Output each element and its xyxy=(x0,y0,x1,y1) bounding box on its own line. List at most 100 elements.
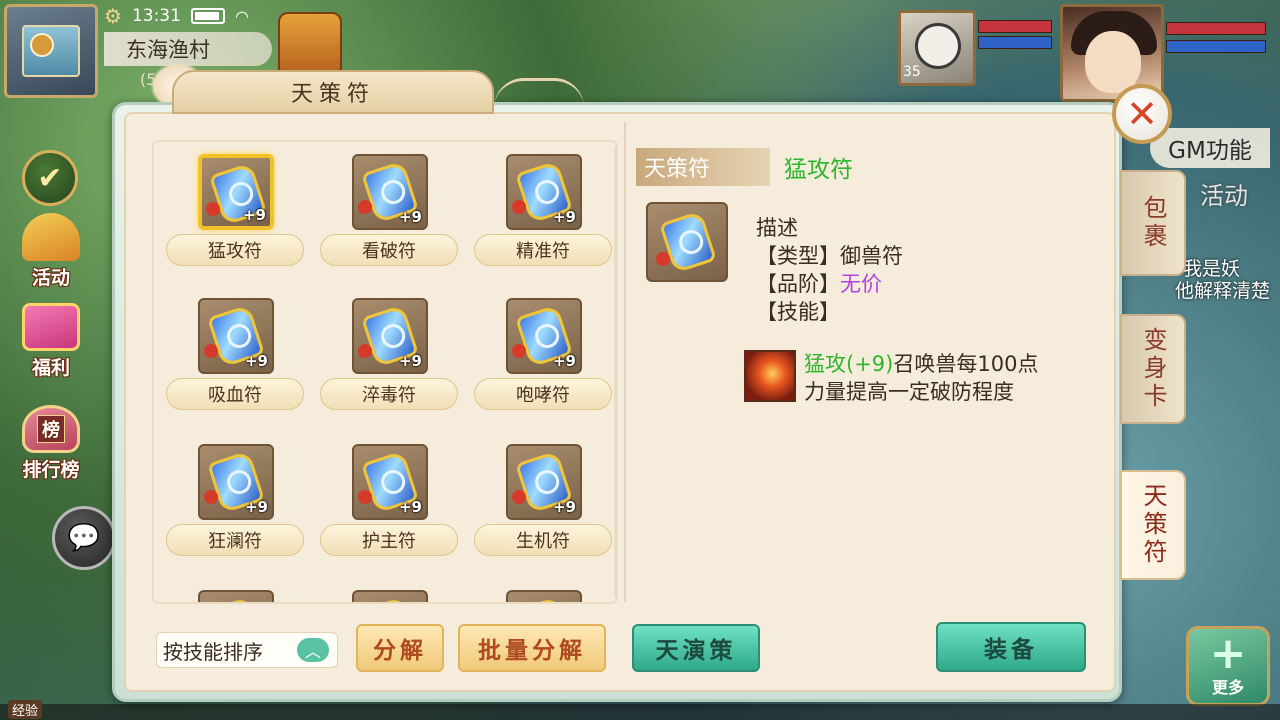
tassel-icon xyxy=(656,252,670,266)
item-level: +9 xyxy=(244,498,268,516)
sort-dropdown[interactable]: 按技能排序 ︿ xyxy=(156,632,338,668)
close-button[interactable]: ✕ xyxy=(1112,84,1172,144)
item-level: +9 xyxy=(552,208,576,226)
item-level: +9 xyxy=(244,352,268,370)
item-slot[interactable]: +9 xyxy=(198,298,274,374)
equip-button[interactable]: 装备 xyxy=(936,622,1086,672)
item-slot[interactable]: +9 xyxy=(198,154,274,230)
item-slot[interactable] xyxy=(352,590,428,602)
item-cell-kuanglan[interactable]: +9 狂澜符 xyxy=(160,436,310,562)
pet-level: 35 xyxy=(903,64,921,80)
map-scroll-icon xyxy=(22,25,80,77)
item-slot[interactable]: +9 xyxy=(198,444,274,520)
welfare-button-label: 福利 xyxy=(31,357,70,379)
ranking-button[interactable]: 榜 排行榜 xyxy=(10,402,92,484)
grid-scrollbar[interactable] xyxy=(614,146,618,598)
more-menu-button[interactable]: + 更多 xyxy=(1186,626,1270,706)
item-cell-paoxiao[interactable]: +9 咆哮符 xyxy=(468,290,616,416)
gm-function-button[interactable]: GM功能 xyxy=(1150,128,1270,168)
welfare-button[interactable]: 福利 xyxy=(10,300,92,382)
tab-bag[interactable]: 包裹 xyxy=(1120,170,1186,276)
plus-icon: + xyxy=(1209,628,1247,679)
more-menu-label: 更多 xyxy=(1211,678,1244,697)
item-label: 看破符 xyxy=(320,234,458,266)
item-cell-menggong[interactable]: +9 猛攻符 xyxy=(160,146,310,272)
batch-split-button[interactable]: 批量分解 xyxy=(458,624,606,672)
desc-grade-row: 【品阶】无价 xyxy=(756,270,903,298)
tassel-icon xyxy=(204,344,218,358)
clock: 13:31 xyxy=(131,6,181,26)
item-level: +9 xyxy=(398,208,422,226)
item-slot[interactable]: +9 xyxy=(352,298,428,374)
item-cell-jingzhun[interactable]: +9 精准符 xyxy=(468,146,616,272)
world-map-button[interactable] xyxy=(4,4,98,98)
tab-talisman[interactable]: 天策符 xyxy=(1120,470,1186,580)
tassel-icon xyxy=(358,200,372,214)
chat-button[interactable]: 💬 xyxy=(52,506,116,570)
item-level: +9 xyxy=(552,498,576,516)
desc-grade-label: 【品阶】 xyxy=(756,272,840,296)
detail-item-icon xyxy=(646,202,728,282)
tassel-icon xyxy=(512,200,526,214)
item-slot[interactable]: +9 xyxy=(352,444,428,520)
hero-face-icon xyxy=(1085,31,1141,93)
task-check-button[interactable]: ✔ xyxy=(22,150,78,206)
item-slot[interactable]: +9 xyxy=(352,154,428,230)
tab-transform-card[interactable]: 变身卡 xyxy=(1120,314,1186,424)
item-slot[interactable]: +9 xyxy=(506,444,582,520)
ranking-button-label: 排行榜 xyxy=(22,459,80,481)
activity-tracker-label[interactable]: 活动 xyxy=(1200,176,1248,211)
settings-gear-icon[interactable]: ⚙ xyxy=(104,4,122,28)
item-cell-partial[interactable] xyxy=(314,582,464,602)
item-cell-kanpo[interactable]: +9 看破符 xyxy=(314,146,464,272)
item-level: +9 xyxy=(242,206,266,224)
item-slot[interactable]: +9 xyxy=(506,154,582,230)
fire-claw-skill-icon xyxy=(744,350,796,402)
tassel-icon xyxy=(358,490,372,504)
chat-bubble-icon: 💬 xyxy=(67,523,101,553)
desc-type-row: 【类型】御兽符 xyxy=(756,242,903,270)
skill-text-2: 力量提高一定破防程度 xyxy=(804,380,1014,404)
tassel-icon xyxy=(512,490,526,504)
item-label: 精准符 xyxy=(474,234,612,266)
status-bar: ⚙ 13:31 ◠ xyxy=(104,4,249,28)
item-label: 咆哮符 xyxy=(474,378,612,410)
item-description: 描述 【类型】御兽符 【品阶】无价 【技能】 xyxy=(756,214,903,326)
tianyan-button[interactable]: 天演策 xyxy=(632,624,760,672)
ranking-badge: 榜 xyxy=(37,415,65,443)
pet-mp-bar xyxy=(978,36,1052,49)
tassel-icon xyxy=(358,344,372,358)
item-slot[interactable]: +9 xyxy=(506,298,582,374)
item-cell-xixue[interactable]: +9 吸血符 xyxy=(160,290,310,416)
checkmark-icon: ✔ xyxy=(37,160,63,196)
tassel-icon xyxy=(206,202,220,216)
tassel-icon xyxy=(512,344,526,358)
item-cell-shengji[interactable]: +9 生机符 xyxy=(468,436,616,562)
item-level: +9 xyxy=(398,498,422,516)
talisman-grid[interactable]: +9 猛攻符 +9 看破符 +9 精准符 +9 吸血符 +9 淬毒符 +9 咆哮… xyxy=(152,140,618,604)
item-cell-cuidu[interactable]: +9 淬毒符 xyxy=(314,290,464,416)
experience-label: 经验 xyxy=(8,700,43,719)
sort-label: 按技能排序 xyxy=(163,639,263,664)
split-button[interactable]: 分解 xyxy=(356,624,444,672)
item-cell-partial[interactable] xyxy=(468,582,616,602)
item-label: 淬毒符 xyxy=(320,378,458,410)
npc-dialog-line-2: 他解释清楚 xyxy=(1175,280,1271,302)
desc-grade-value: 无价 xyxy=(840,272,882,296)
detail-category-tag: 天策符 xyxy=(636,148,770,186)
activity-button[interactable]: 活动 xyxy=(10,210,92,292)
item-cell-huzhu[interactable]: +9 护主符 xyxy=(314,436,464,562)
item-level: +9 xyxy=(398,352,422,370)
battery-icon xyxy=(190,8,225,24)
hero-mp-bar xyxy=(1166,40,1266,53)
skill-name: 猛攻(+9) xyxy=(804,352,894,376)
pet-hp-bar xyxy=(978,20,1052,33)
desc-type-value: 御兽符 xyxy=(840,244,903,268)
experience-bar xyxy=(0,704,1280,720)
item-cell-partial[interactable] xyxy=(160,582,310,602)
item-slot[interactable] xyxy=(198,590,274,602)
panda-face-icon xyxy=(915,23,961,69)
item-slot[interactable] xyxy=(506,590,582,602)
bell-icon xyxy=(22,213,80,261)
detail-item-name: 猛攻符 xyxy=(784,157,853,183)
